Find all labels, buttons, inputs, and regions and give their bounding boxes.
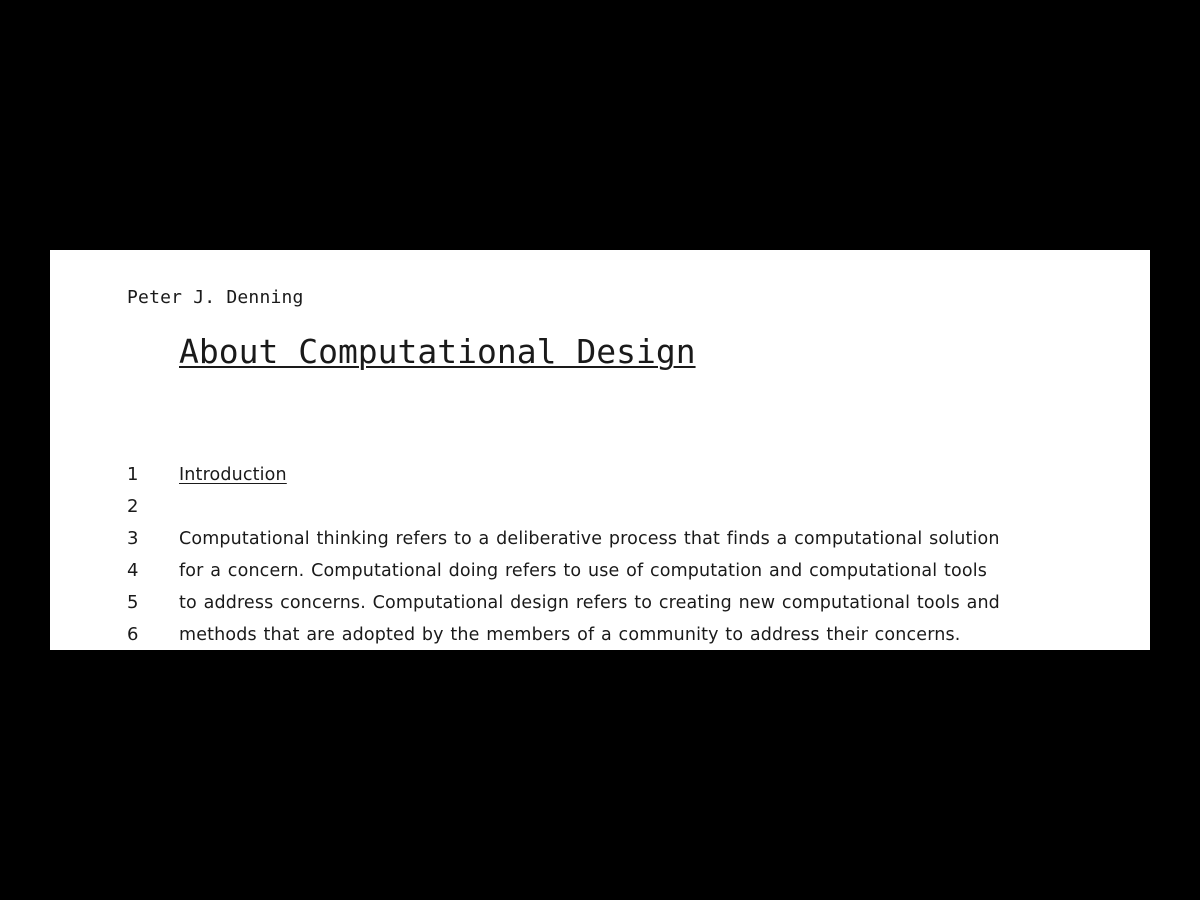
line-text: Computational thinking refers to a delib… — [179, 529, 1000, 549]
line-number: 2 — [127, 496, 139, 517]
author-name: Peter J. Denning — [127, 287, 304, 308]
line-3: 3 Computational thinking refers to a del… — [127, 523, 1137, 555]
document-page: Peter J. Denning About Computational Des… — [50, 250, 1150, 650]
document-title: About Computational Design — [179, 332, 696, 371]
line-1: 1 Introduction — [127, 459, 1137, 491]
line-number: 4 — [127, 560, 139, 581]
numbered-lines: 1 Introduction 2 3 Computational thinkin… — [127, 459, 1137, 650]
line-number: 5 — [127, 592, 139, 613]
line-number: 1 — [127, 464, 139, 485]
line-2: 2 — [127, 491, 1137, 523]
line-text: for a concern. Computational doing refer… — [179, 561, 988, 581]
line-number: 3 — [127, 528, 139, 549]
line-6: 6 methods that are adopted by the member… — [127, 619, 1137, 650]
line-5: 5 to address concerns. Computational des… — [127, 587, 1137, 619]
section-heading: Introduction — [179, 465, 287, 485]
line-number: 6 — [127, 624, 139, 645]
line-text: methods that are adopted by the members … — [179, 625, 961, 645]
line-text: to address concerns. Computational desig… — [179, 593, 1000, 613]
line-4: 4 for a concern. Computational doing ref… — [127, 555, 1137, 587]
